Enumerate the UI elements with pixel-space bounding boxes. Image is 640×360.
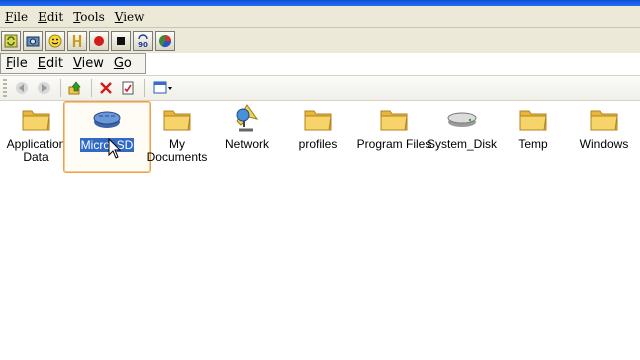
list-item[interactable]: System_Disk: [424, 101, 500, 151]
item-label: Temp: [518, 137, 548, 151]
item-label: My Documents: [146, 137, 208, 164]
smiley-icon: [48, 34, 62, 48]
outer-menu-view[interactable]: View: [110, 7, 150, 27]
list-item[interactable]: profiles: [282, 101, 354, 151]
list-item[interactable]: My Documents: [141, 101, 213, 164]
list-item[interactable]: Application Data: [0, 101, 72, 164]
view-mode-icon: [153, 81, 172, 94]
item-label: Application Data: [6, 137, 66, 164]
inner-menu-go[interactable]: Go: [109, 54, 137, 73]
forward-icon: [38, 82, 50, 94]
list-item[interactable]: Temp: [497, 101, 569, 151]
up-icon: [68, 81, 81, 95]
refresh-icon: [4, 34, 18, 48]
outer-toolbar: 90: [0, 28, 640, 54]
item-label: Network: [224, 137, 269, 151]
inner-menu-file[interactable]: File: [1, 54, 33, 73]
outer-menu-tools[interactable]: Tools: [68, 7, 110, 27]
folder-icon: [519, 110, 547, 131]
key-button[interactable]: [67, 31, 87, 51]
disk-icon: [447, 112, 477, 127]
rotate-90-button[interactable]: 90: [133, 31, 153, 51]
outer-menubar: File Edit Tools View: [0, 6, 640, 28]
item-label: System_Disk: [426, 137, 497, 151]
item-label: Micro_SD: [79, 138, 135, 152]
delete-button[interactable]: [96, 78, 116, 98]
smiley-button[interactable]: [45, 31, 65, 51]
stop-icon: [117, 37, 125, 45]
properties-icon: [122, 81, 134, 95]
forward-button[interactable]: [34, 78, 54, 98]
key-icon: [72, 35, 82, 47]
item-label: Windows: [579, 137, 629, 151]
inner-menu-view[interactable]: View: [68, 54, 109, 73]
outer-menu-edit[interactable]: Edit: [33, 7, 68, 27]
back-button[interactable]: [12, 78, 32, 98]
folder-icon: [380, 110, 408, 131]
file-list-view[interactable]: Application Data Micro_SD My Documents N…: [0, 101, 640, 360]
back-icon: [16, 82, 28, 94]
inner-menubar: File Edit View Go: [0, 53, 146, 74]
view-mode-button[interactable]: [149, 78, 177, 98]
list-item-selected[interactable]: Micro_SD: [63, 101, 151, 173]
mouse-pointer-icon: [108, 138, 122, 159]
pie-button[interactable]: [155, 31, 175, 51]
pie-icon: [159, 35, 171, 48]
toolbar-separator: [91, 79, 92, 97]
list-item[interactable]: Windows: [568, 101, 640, 151]
folder-icon: [163, 110, 191, 131]
refresh-button[interactable]: [1, 31, 21, 51]
menubar-blank-area: [146, 53, 640, 74]
navigation-toolbar: [0, 75, 640, 101]
camera-icon: [26, 36, 40, 47]
record-icon: [94, 36, 104, 46]
rotate-90-icon: 90: [138, 34, 148, 48]
network-icon: [236, 104, 259, 132]
camera-button[interactable]: [23, 31, 43, 51]
folder-icon: [590, 110, 618, 131]
toolbar-separator: [144, 79, 145, 97]
inner-menu-edit[interactable]: Edit: [33, 54, 68, 73]
up-button[interactable]: [65, 78, 85, 98]
list-item[interactable]: Network: [211, 101, 283, 151]
record-button[interactable]: [89, 31, 109, 51]
properties-button[interactable]: [118, 78, 138, 98]
outer-menu-file[interactable]: File: [0, 7, 33, 27]
rotate-90-label: 90: [138, 41, 148, 48]
stop-button[interactable]: [111, 31, 131, 51]
folder-icon: [22, 110, 50, 131]
item-label: profiles: [298, 137, 338, 151]
folder-icon: [304, 110, 332, 131]
storage-card-icon: [93, 111, 121, 128]
toolbar-separator: [60, 79, 61, 97]
toolbar-grip[interactable]: [3, 79, 7, 97]
delete-icon: [100, 82, 112, 94]
